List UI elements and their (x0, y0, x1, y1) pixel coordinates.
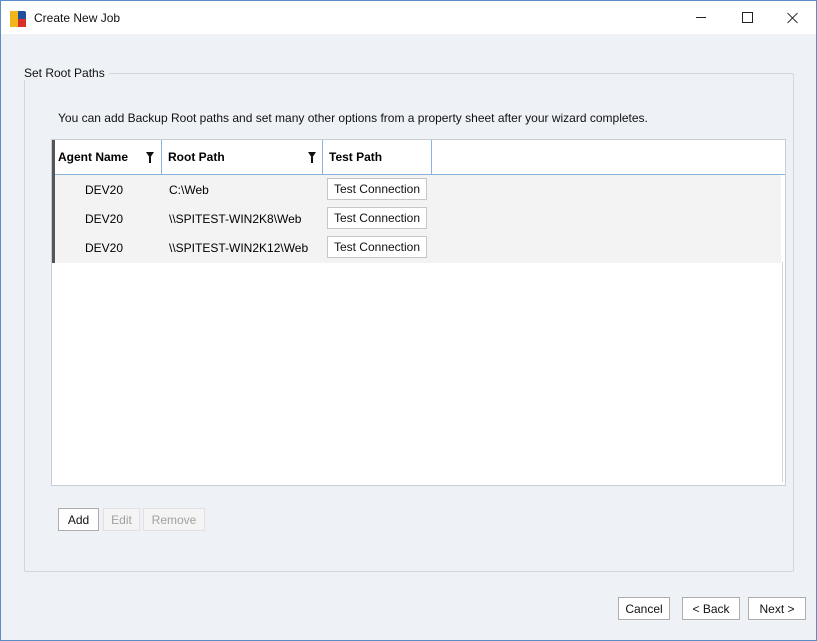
test-connection-button[interactable]: Test Connection (327, 236, 427, 258)
window-title: Create New Job (34, 11, 121, 25)
maximize-button[interactable] (724, 1, 770, 34)
minimize-icon (696, 17, 706, 18)
minimize-button[interactable] (678, 1, 724, 34)
root-path-cell: \\SPITEST-WIN2K8\Web (169, 211, 302, 226)
title-bar[interactable]: Create New Job (1, 1, 816, 34)
grid-scroll-edge (782, 262, 783, 482)
root-path-cell: \\SPITEST-WIN2K12\Web (169, 240, 309, 255)
close-icon (787, 12, 799, 24)
root-paths-grid[interactable]: Agent Name Root Path Test Path DEV20 C:\… (51, 139, 786, 486)
info-text: You can add Backup Root paths and set ma… (58, 111, 648, 125)
column-header-test-path[interactable]: Test Path (323, 140, 432, 174)
filter-icon[interactable] (308, 152, 316, 163)
app-icon (10, 11, 26, 27)
table-row[interactable]: DEV20 \\SPITEST-WIN2K8\Web Test Connecti… (52, 204, 785, 233)
create-new-job-window: Create New Job Set Root Paths You can ad… (0, 0, 817, 641)
edit-button[interactable]: Edit (103, 508, 140, 531)
remove-button[interactable]: Remove (143, 508, 205, 531)
next-button[interactable]: Next > (748, 597, 806, 620)
column-header-agent-name[interactable]: Agent Name (52, 140, 162, 174)
close-button[interactable] (770, 1, 816, 34)
back-button[interactable]: < Back (682, 597, 740, 620)
agent-name-cell: DEV20 (85, 240, 124, 255)
table-row[interactable]: DEV20 C:\Web Test Connection (52, 175, 785, 204)
group-title: Set Root Paths (20, 66, 109, 80)
maximize-icon (741, 12, 753, 23)
filter-icon[interactable] (146, 152, 154, 163)
column-header-root-path[interactable]: Root Path (162, 140, 323, 174)
agent-name-cell: DEV20 (85, 182, 124, 197)
add-button[interactable]: Add (58, 508, 99, 531)
table-row[interactable]: DEV20 \\SPITEST-WIN2K12\Web Test Connect… (52, 233, 785, 262)
test-connection-button[interactable]: Test Connection (327, 178, 427, 200)
root-path-cell: C:\Web (169, 182, 209, 197)
grid-header: Agent Name Root Path Test Path (52, 140, 785, 175)
test-connection-button[interactable]: Test Connection (327, 207, 427, 229)
agent-name-cell: DEV20 (85, 211, 124, 226)
cancel-button[interactable]: Cancel (618, 597, 670, 620)
